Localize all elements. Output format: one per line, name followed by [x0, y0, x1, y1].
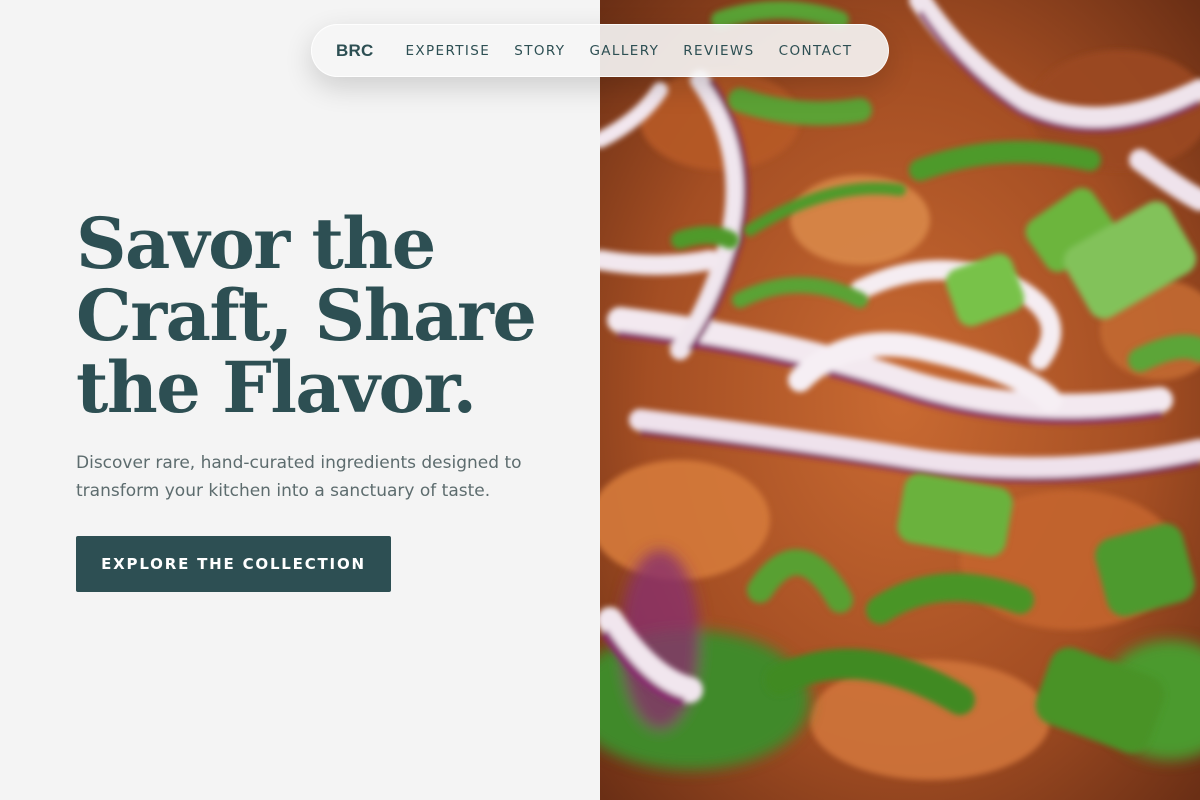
nav-link-contact[interactable]: CONTACT [779, 43, 853, 59]
nav-link-expertise[interactable]: EXPERTISE [405, 43, 490, 59]
hero-food-image [600, 0, 1200, 800]
hero-subtitle-line: transform your kitchen into a sanctuary … [76, 481, 491, 501]
hero-title-line: Savor the [76, 202, 436, 285]
brand-logo[interactable]: BRC [336, 41, 373, 61]
hero-subtitle: Discover rare, hand-curated ingredients … [76, 449, 556, 505]
hero-title-line: Craft, Share [76, 274, 537, 357]
nav-link-story[interactable]: STORY [514, 43, 565, 59]
hero-title-line: the Flavor. [76, 346, 477, 429]
hero-subtitle-line: Discover rare, hand-curated ingredients … [76, 453, 522, 473]
nav-link-reviews[interactable]: REVIEWS [683, 43, 754, 59]
hero-title: Savor the Craft, Share the Flavor. [76, 208, 576, 424]
explore-collection-button[interactable]: EXPLORE THE COLLECTION [76, 536, 391, 592]
landing-page: Savor the Craft, Share the Flavor. Disco… [0, 0, 1200, 800]
top-navigation: BRC EXPERTISE STORY GALLERY REVIEWS CONT… [311, 24, 889, 77]
food-photo-illustration [600, 0, 1200, 800]
nav-link-gallery[interactable]: GALLERY [589, 43, 659, 59]
hero-text-panel: Savor the Craft, Share the Flavor. Disco… [0, 0, 600, 800]
